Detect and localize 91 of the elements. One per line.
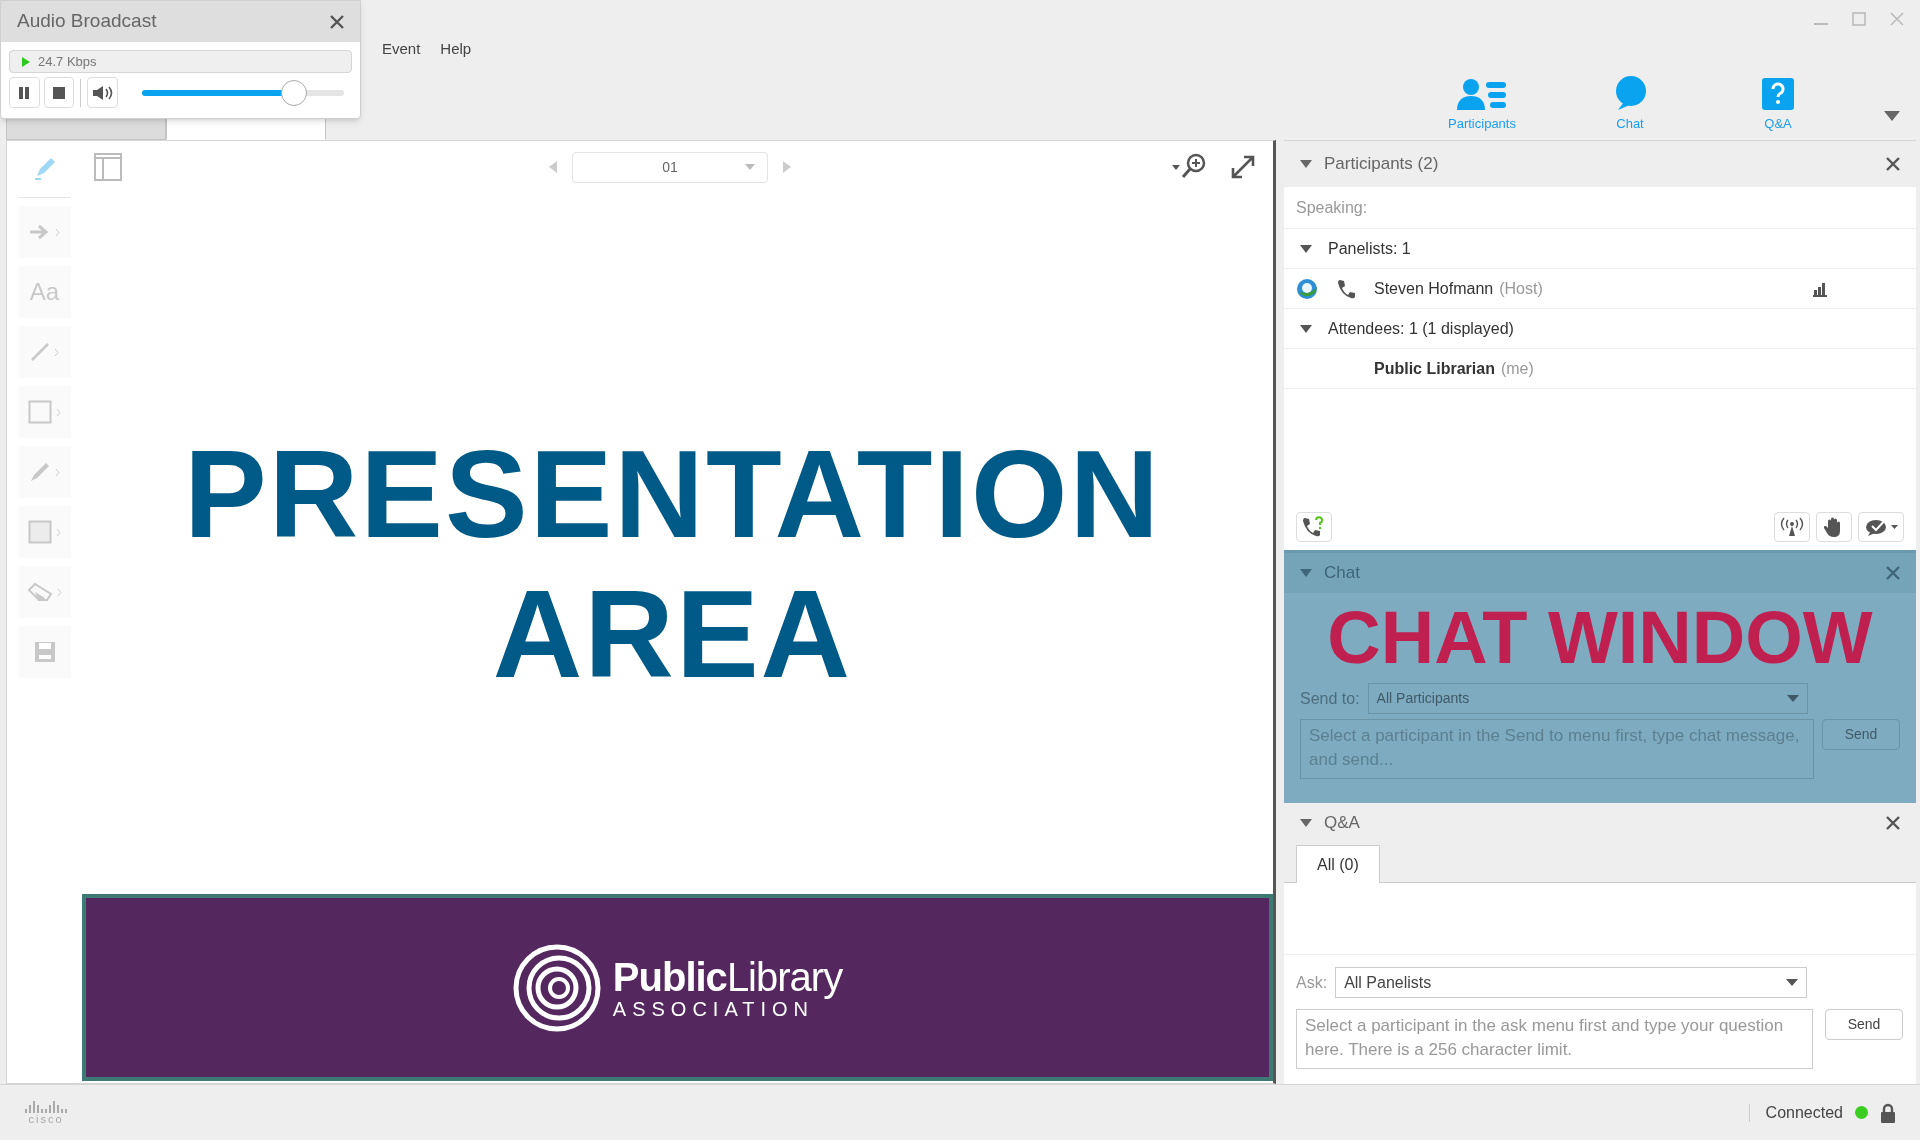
chevron-icon xyxy=(54,347,59,357)
presence-icon xyxy=(1296,277,1318,300)
expand-icon[interactable] xyxy=(1230,154,1256,180)
cisco-logo-text: cisco xyxy=(28,1112,64,1125)
broadcast-button[interactable] xyxy=(1774,512,1810,542)
caret-icon xyxy=(1890,525,1898,529)
qa-tab[interactable]: All (0) xyxy=(1296,845,1380,883)
caret-icon xyxy=(745,164,755,170)
chevron-icon xyxy=(56,527,61,537)
close-icon[interactable] xyxy=(330,14,344,29)
caret-icon xyxy=(1786,979,1799,986)
menu-item[interactable]: Help xyxy=(440,38,472,61)
play-icon xyxy=(22,56,30,67)
field-label: Send to: xyxy=(1300,688,1360,709)
bars-logo-icon xyxy=(24,1100,68,1113)
speech-check-icon xyxy=(1864,517,1889,537)
previous-page-icon[interactable] xyxy=(548,161,558,173)
tool-button[interactable] xyxy=(18,206,71,258)
panel-title: Q&A xyxy=(1324,812,1360,835)
pause-button[interactable] xyxy=(9,77,40,108)
participant-row[interactable]: Steven Hofmann (Host) xyxy=(1284,269,1916,309)
tool-button[interactable] xyxy=(18,506,71,558)
logo-name: PublicLibrary xyxy=(612,955,843,998)
tool-button[interactable] xyxy=(18,626,71,678)
collapse-triangle-icon[interactable] xyxy=(1300,323,1312,334)
concentric-circles-logo-icon xyxy=(512,943,601,1032)
field-label: Ask: xyxy=(1296,972,1328,993)
chevron-icon xyxy=(55,467,60,477)
participant-role: (Host) xyxy=(1499,278,1543,299)
participant-role: (me) xyxy=(1500,358,1534,379)
chat-overlay-heading: CHAT WINDOW xyxy=(1326,595,1874,681)
slide-heading: PRESENTATION xyxy=(184,423,1161,564)
stop-button[interactable] xyxy=(43,77,75,108)
raise-hand-button[interactable] xyxy=(1816,512,1852,542)
chevron-icon xyxy=(57,587,62,597)
chevron-icon xyxy=(55,227,60,237)
send-button[interactable]: Send xyxy=(1825,1009,1903,1040)
group-label: Attendees: 1 (1 displayed) xyxy=(1328,318,1514,339)
page-select[interactable]: 01 xyxy=(572,151,768,183)
menu-item[interactable]: Event xyxy=(382,38,421,61)
tool-button[interactable] xyxy=(18,446,71,498)
dropdown-caret-icon[interactable] xyxy=(1884,109,1900,122)
people-list-icon xyxy=(1457,78,1507,110)
eraser-icon xyxy=(27,582,53,602)
lock-icon xyxy=(1880,1102,1896,1123)
pause-icon xyxy=(18,86,31,99)
antenna-icon xyxy=(1780,517,1804,537)
arrow-icon xyxy=(29,224,51,240)
filled-square-icon xyxy=(28,520,52,544)
collapse-triangle-icon[interactable] xyxy=(1300,159,1312,169)
line-icon xyxy=(30,342,50,362)
stop-icon xyxy=(53,86,66,99)
caret-icon xyxy=(1786,695,1799,702)
volume-button[interactable] xyxy=(87,77,119,108)
volume-thumb[interactable] xyxy=(280,79,307,106)
next-page-icon[interactable] xyxy=(782,161,792,173)
panel-title: Chat xyxy=(1324,562,1360,585)
speaker-icon xyxy=(91,84,114,101)
connection-status: Connected xyxy=(1765,1102,1843,1123)
tool-button[interactable] xyxy=(18,386,71,438)
phone-question-icon xyxy=(1302,516,1326,538)
phone-icon xyxy=(1337,278,1355,299)
collapse-triangle-icon[interactable] xyxy=(1300,818,1312,828)
slide-heading: AREA xyxy=(492,563,853,704)
close-icon[interactable] xyxy=(1886,157,1900,171)
speaking-label: Speaking: xyxy=(1296,197,1368,218)
tool-button[interactable] xyxy=(18,566,71,618)
ask-select[interactable]: All Panelists xyxy=(1335,967,1808,998)
popup-title: Audio Broadcast xyxy=(17,9,157,34)
participant-name: Steven Hofmann xyxy=(1374,278,1494,299)
participant-name: Public Librarian xyxy=(1374,358,1495,379)
pen-icon xyxy=(29,461,51,483)
bitrate-text: 24.7 Kbps xyxy=(38,52,97,71)
panel-layout-icon[interactable] xyxy=(94,153,122,181)
rectangle-icon xyxy=(28,400,52,424)
chevron-icon xyxy=(56,407,61,417)
tool-button[interactable] xyxy=(18,326,71,378)
close-icon[interactable] xyxy=(1886,816,1900,830)
collapse-triangle-icon[interactable] xyxy=(1300,243,1312,254)
feedback-button[interactable] xyxy=(1858,512,1904,542)
call-help-button[interactable] xyxy=(1296,512,1332,542)
group-label: Panelists: 1 xyxy=(1328,238,1411,259)
speech-bubble-icon xyxy=(1614,76,1646,110)
panel-title: Participants (2) xyxy=(1324,153,1439,176)
question-icon xyxy=(1762,78,1794,110)
question-field[interactable]: Select a participant in the ask menu first and type your question here. There is a 256 character limit. xyxy=(1296,1009,1813,1069)
participant-row[interactable]: Public Librarian (me) xyxy=(1284,349,1916,389)
logo-subtitle: ASSOCIATION xyxy=(612,997,815,1020)
maximize-icon[interactable] xyxy=(1852,12,1866,26)
save-icon xyxy=(33,641,56,663)
signal-bars-icon xyxy=(1812,280,1828,297)
